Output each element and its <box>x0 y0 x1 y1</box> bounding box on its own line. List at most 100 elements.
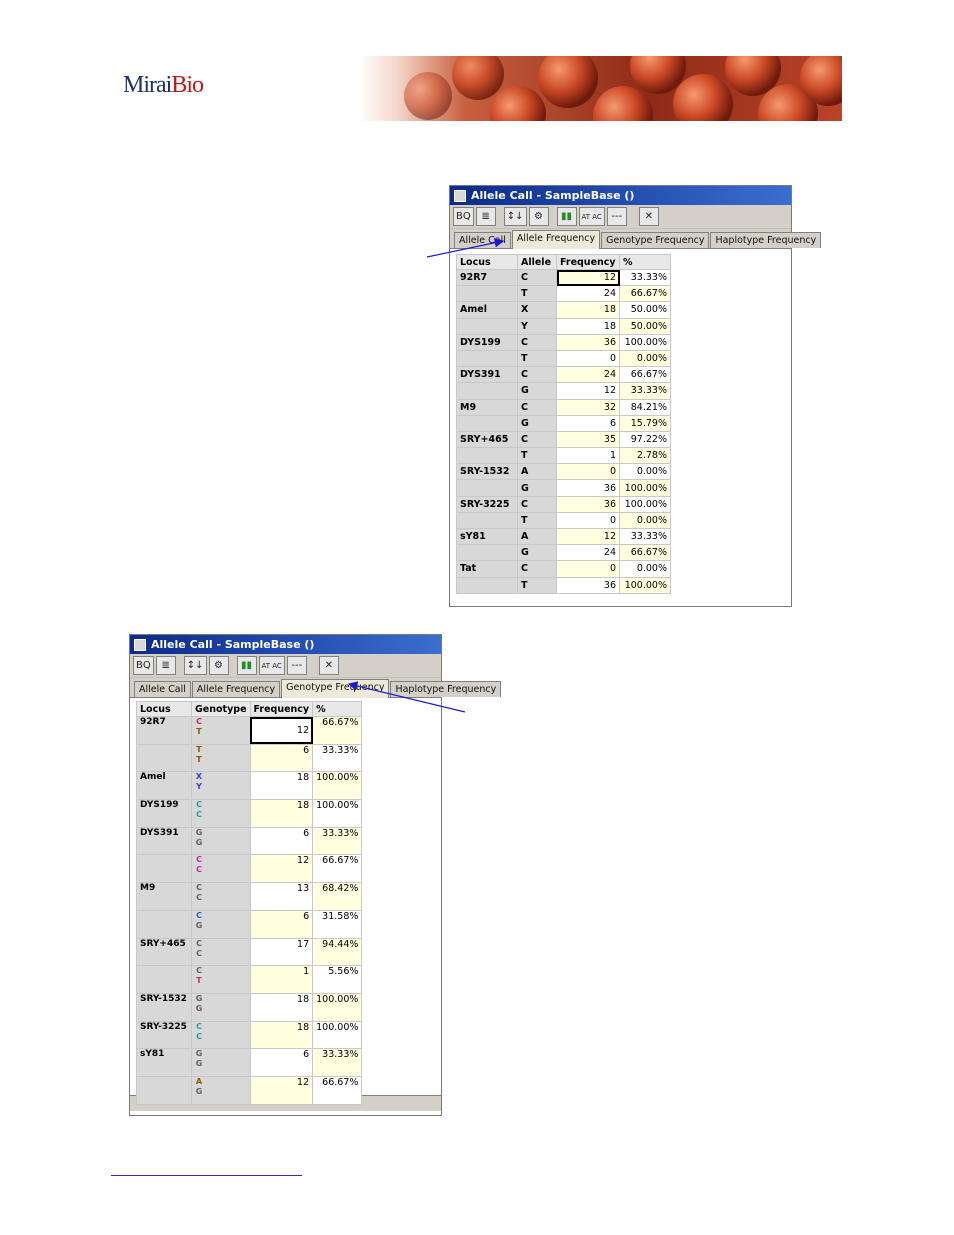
table-row[interactable]: SRY-1532 G G 18 100.00% <box>136 992 363 1022</box>
percent-cell[interactable]: 31.58% <box>312 909 363 939</box>
window-titlebar[interactable]: Allele Call - SampleBase () <box>130 635 441 654</box>
percent-cell[interactable]: 66.67% <box>312 854 363 884</box>
frequency-cell[interactable]: 12 <box>249 1075 314 1105</box>
percent-cell[interactable]: 0.00% <box>619 349 671 368</box>
percent-cell[interactable]: 100.00% <box>312 992 363 1022</box>
percent-cell[interactable]: 66.67% <box>619 366 671 384</box>
tab-genotype-frequency[interactable]: Genotype Frequency <box>601 232 710 248</box>
table-row[interactable]: T T 6 33.33% <box>136 743 363 773</box>
frequency-cell[interactable]: 0 <box>556 560 620 578</box>
percent-cell[interactable]: 100.00% <box>619 576 671 594</box>
frequency-cell[interactable]: 36 <box>556 495 620 513</box>
frequency-cell[interactable]: 24 <box>556 366 620 384</box>
bq-button[interactable]: BQ <box>453 207 474 226</box>
frequency-cell[interactable]: 35 <box>556 430 620 449</box>
table-row[interactable]: M9 C 32 84.21% <box>456 398 671 416</box>
table-row[interactable]: DYS391 G G 6 33.33% <box>136 826 363 856</box>
table-row[interactable]: 92R7 C 12 33.33% <box>456 268 671 287</box>
col-percent[interactable]: % <box>619 254 671 270</box>
percent-cell[interactable]: 0.00% <box>619 511 671 530</box>
frequency-cell[interactable]: 18 <box>556 317 620 335</box>
table-row[interactable]: Amel X 18 50.00% <box>456 301 671 319</box>
table-row[interactable]: Amel X Y 18 100.00% <box>136 771 363 801</box>
percent-cell[interactable]: 33.33% <box>312 1048 363 1077</box>
table-row[interactable]: T 1 2.78% <box>456 447 671 465</box>
frequency-cell[interactable]: 18 <box>556 301 620 319</box>
frequency-cell[interactable]: 6 <box>249 743 314 773</box>
frequency-cell[interactable]: 12 <box>249 716 314 745</box>
frequency-cell[interactable]: 18 <box>249 992 314 1022</box>
frequency-cell[interactable]: 32 <box>556 398 620 416</box>
frequency-cell[interactable]: 6 <box>556 414 620 432</box>
col-allele[interactable]: Allele <box>517 254 557 270</box>
table-row[interactable]: C T 1 5.56% <box>136 965 363 994</box>
frequency-cell[interactable]: 13 <box>249 882 314 911</box>
frequency-cell[interactable]: 18 <box>249 1020 314 1050</box>
tab-haplotype-frequency[interactable]: Haplotype Frequency <box>390 681 502 697</box>
frequency-cell[interactable]: 24 <box>556 285 620 303</box>
table-row[interactable]: 92R7 C T 12 66.67% <box>136 716 363 745</box>
col-percent[interactable]: % <box>312 701 363 717</box>
col-frequency[interactable]: Frequency <box>249 701 314 717</box>
dash-display-button[interactable]: --- <box>286 656 307 675</box>
col-genotype[interactable]: Genotype <box>191 701 251 717</box>
percent-cell[interactable]: 68.42% <box>312 882 363 911</box>
dash-display-button[interactable]: --- <box>606 207 627 226</box>
settings-gear-icon[interactable]: ⚙ <box>528 207 549 226</box>
allele-display-button[interactable]: AT AC <box>578 207 605 226</box>
sort-button[interactable]: ↕↓ <box>183 656 207 675</box>
color-bars-button[interactable]: ▮▮ <box>556 207 577 226</box>
percent-cell[interactable]: 66.67% <box>312 716 363 745</box>
percent-cell[interactable]: 33.33% <box>619 527 671 546</box>
col-frequency[interactable]: Frequency <box>556 254 620 270</box>
percent-cell[interactable]: 33.33% <box>619 382 671 400</box>
tab-allele-call[interactable]: Allele Call <box>134 681 191 697</box>
frequency-cell[interactable]: 12 <box>249 854 314 884</box>
col-locus[interactable]: Locus <box>456 254 518 270</box>
table-row[interactable]: T 0 0.00% <box>456 511 671 530</box>
percent-cell[interactable]: 33.33% <box>619 268 671 287</box>
table-row[interactable]: SRY-3225 C C 18 100.00% <box>136 1020 363 1050</box>
percent-cell[interactable]: 0.00% <box>619 560 671 578</box>
tab-genotype-frequency[interactable]: Genotype Frequency <box>281 679 390 698</box>
col-locus[interactable]: Locus <box>136 701 192 717</box>
tab-haplotype-frequency[interactable]: Haplotype Frequency <box>710 232 822 248</box>
frequency-cell[interactable]: 12 <box>556 527 620 546</box>
table-row[interactable]: C C 12 66.67% <box>136 854 363 884</box>
percent-cell[interactable]: 2.78% <box>619 447 671 465</box>
frequency-cell[interactable]: 36 <box>556 333 620 351</box>
table-row[interactable]: G 24 66.67% <box>456 544 671 562</box>
frequency-cell[interactable]: 12 <box>556 382 620 400</box>
table-row[interactable]: sY81 G G 6 33.33% <box>136 1048 363 1077</box>
percent-cell[interactable]: 15.79% <box>619 414 671 432</box>
frequency-cell[interactable]: 17 <box>249 937 314 967</box>
percent-cell[interactable]: 84.21% <box>619 398 671 416</box>
frequency-cell[interactable]: 0 <box>556 463 620 481</box>
percent-cell[interactable]: 0.00% <box>619 463 671 481</box>
sort-button[interactable]: ↕↓ <box>503 207 527 226</box>
window-titlebar[interactable]: Allele Call - SampleBase () <box>450 186 791 205</box>
tab-allele-frequency[interactable]: Allele Frequency <box>511 230 601 249</box>
table-row[interactable]: Y 18 50.00% <box>456 317 671 335</box>
settings-gear-icon[interactable]: ⚙ <box>208 656 229 675</box>
list-view-button[interactable]: ≣ <box>155 656 176 675</box>
percent-cell[interactable]: 100.00% <box>312 771 363 801</box>
table-row[interactable]: DYS199 C C 18 100.00% <box>136 799 363 828</box>
percent-cell[interactable]: 33.33% <box>312 826 363 856</box>
table-row[interactable]: SRY+465 C C 17 94.44% <box>136 937 363 967</box>
frequency-cell[interactable]: 1 <box>556 447 620 465</box>
table-row[interactable]: SRY+465 C 35 97.22% <box>456 430 671 449</box>
table-row[interactable]: SRY-3225 C 36 100.00% <box>456 495 671 513</box>
table-row[interactable]: Tat C 0 0.00% <box>456 560 671 578</box>
bq-button[interactable]: BQ <box>133 656 154 675</box>
frequency-cell[interactable]: 0 <box>556 349 620 368</box>
frequency-cell[interactable]: 36 <box>556 479 620 497</box>
frequency-cell[interactable]: 6 <box>249 826 314 856</box>
tab-allele-call[interactable]: Allele Call <box>454 232 511 248</box>
close-icon[interactable]: ✕ <box>318 656 339 675</box>
percent-cell[interactable]: 66.67% <box>619 285 671 303</box>
percent-cell[interactable]: 66.67% <box>312 1075 363 1105</box>
percent-cell[interactable]: 94.44% <box>312 937 363 967</box>
percent-cell[interactable]: 100.00% <box>619 495 671 513</box>
table-row[interactable]: T 0 0.00% <box>456 349 671 368</box>
